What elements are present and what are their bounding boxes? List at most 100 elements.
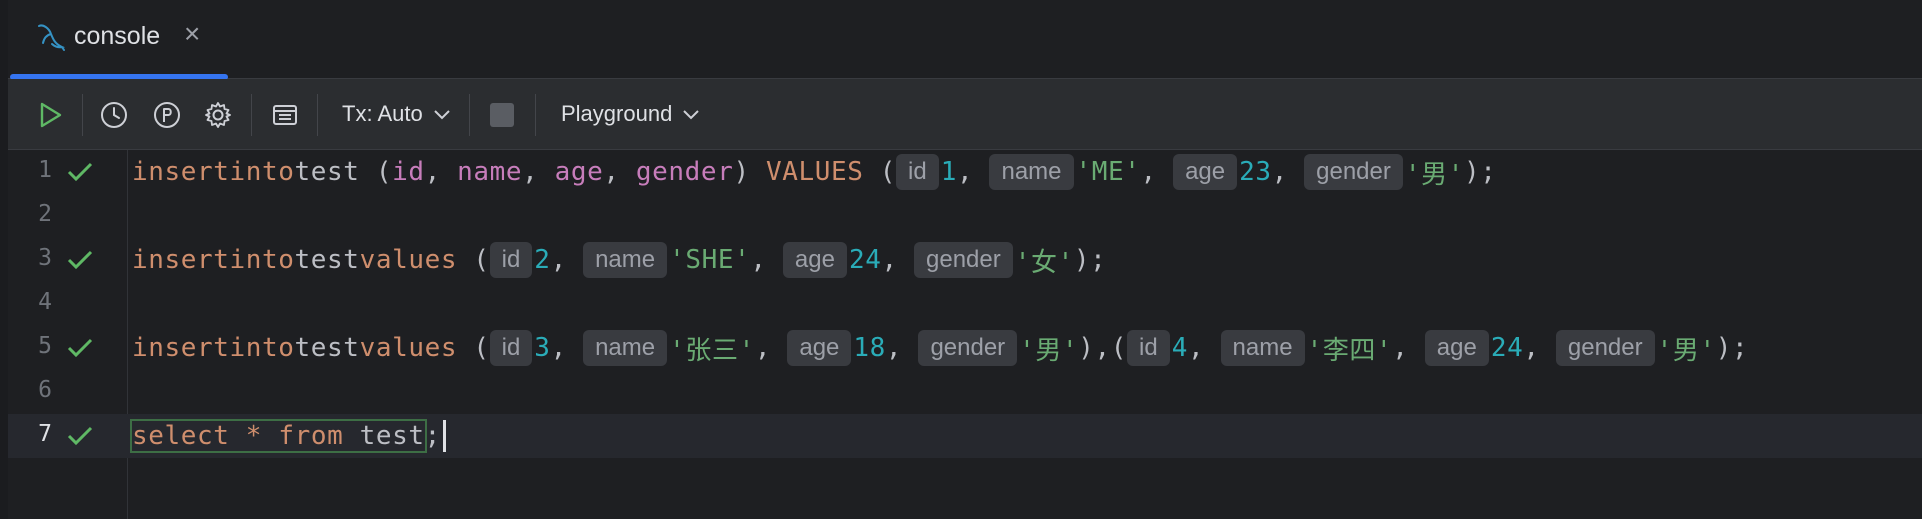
sql-keyword: values <box>359 245 458 275</box>
line-number: 6 <box>38 377 52 403</box>
parameter-hint: gender <box>1555 330 1655 366</box>
tab-bar: console × <box>8 0 1922 80</box>
line-number: 3 <box>38 245 52 271</box>
settings-icon <box>205 102 231 128</box>
string-literal: '李四' <box>1306 335 1393 366</box>
editor-line: 3 insert into test values (id 2, name 'SHE… <box>8 238 1922 282</box>
tab-console[interactable]: console × <box>8 0 228 80</box>
sql-keyword: values <box>359 333 458 363</box>
string-literal: '张三' <box>669 335 755 366</box>
sql-keyword: insert <box>132 333 230 363</box>
check-icon <box>67 250 93 270</box>
stop-button[interactable] <box>482 95 522 135</box>
parameter-hint: gender <box>1304 154 1403 190</box>
toolbar: Tx: Auto Playground <box>8 79 1922 150</box>
editor-line: 2 <box>8 194 1922 238</box>
line-number: 5 <box>38 333 52 359</box>
code-line[interactable]: insert into test (id, name, age, gender)… <box>132 150 1497 194</box>
number-literal: 1 <box>940 157 957 187</box>
parameter-hint: name <box>1220 330 1305 366</box>
parameter-hint: id <box>1127 330 1170 366</box>
number-literal: 2 <box>534 245 551 275</box>
toolbar-separator <box>82 94 83 136</box>
check-icon <box>67 162 93 182</box>
layout-button[interactable] <box>265 95 305 135</box>
close-icon[interactable]: × <box>184 20 200 48</box>
run-button[interactable] <box>30 95 70 135</box>
parameters-button[interactable] <box>147 95 187 135</box>
tab-label: console <box>74 22 161 50</box>
line-number: 2 <box>38 201 52 227</box>
playground-label: Playground <box>561 101 673 126</box>
punctuation: , <box>550 333 584 363</box>
code-line[interactable]: insert into test values (id 3, name '张三', … <box>132 326 1748 370</box>
string-literal: '男' <box>1019 335 1079 366</box>
number-literal: 24 <box>848 245 882 275</box>
table-name: test <box>359 421 425 451</box>
punctuation: ); <box>1073 245 1107 275</box>
sql-keyword: insert <box>132 157 230 187</box>
editor-line: 5 insert into test values (id 3, name '张三'… <box>8 326 1922 370</box>
punctuation: ( <box>863 157 897 187</box>
toolbar-separator <box>317 94 318 136</box>
sql-keyword: into <box>229 245 295 275</box>
history-button[interactable] <box>94 95 134 135</box>
punctuation: , <box>1392 333 1425 363</box>
parameters-icon <box>154 102 180 128</box>
punctuation: , <box>956 157 990 187</box>
sql-keyword: from <box>278 421 344 451</box>
punctuation: , <box>750 245 783 275</box>
code-line[interactable]: select * from test; <box>130 414 446 458</box>
playground-dropdown[interactable]: Playground <box>561 93 700 135</box>
punctuation: , <box>603 157 636 187</box>
parameter-hint: age <box>787 330 852 366</box>
parameter-hint: gender <box>918 330 1018 366</box>
number-literal: 4 <box>1171 333 1188 363</box>
parameter-hint: id <box>896 154 939 190</box>
punctuation: ); <box>1463 157 1497 187</box>
sql-keyword: select <box>132 421 230 451</box>
sql-keyword: VALUES <box>765 157 864 187</box>
parameter-hint: name <box>583 330 668 366</box>
punctuation: , <box>1271 157 1305 187</box>
editor-line: 4 <box>8 282 1922 326</box>
check-icon <box>67 426 93 446</box>
punctuation: ; <box>424 421 441 451</box>
line-number: 1 <box>38 157 52 183</box>
transaction-mode-label: Tx: Auto <box>342 101 423 126</box>
run-icon <box>40 102 62 128</box>
sql-keyword: insert <box>132 245 230 275</box>
sql-editor[interactable]: 1 insert into test (id, name, age, gende… <box>8 150 1922 519</box>
table-name: test <box>294 157 360 187</box>
punctuation: , <box>1188 333 1221 363</box>
table-name: test <box>294 333 360 363</box>
punctuation: , <box>522 157 555 187</box>
code-line[interactable]: insert into test values (id 2, name 'SHE',… <box>132 238 1106 282</box>
string-literal: '男' <box>1404 159 1464 190</box>
editor-line-current: 7 select * from test; <box>8 414 1922 458</box>
chevron-down-icon <box>683 110 700 120</box>
line-number: 7 <box>38 421 52 447</box>
sql-keyword: into <box>229 157 295 187</box>
punctuation: ( <box>457 333 490 363</box>
parameter-hint: age <box>1424 330 1489 366</box>
string-literal: '男' <box>1656 335 1716 366</box>
punctuation: , <box>881 245 914 275</box>
parameter-hint: name <box>583 242 668 278</box>
history-icon <box>101 102 127 128</box>
transaction-mode-dropdown[interactable]: Tx: Auto <box>342 93 451 135</box>
punctuation: , <box>550 245 584 275</box>
column-name: gender <box>635 157 734 187</box>
punctuation: , <box>754 333 788 363</box>
punctuation: ) <box>733 157 766 187</box>
left-edge <box>0 0 8 519</box>
layout-icon <box>273 105 297 125</box>
punctuation: , <box>424 157 458 187</box>
string-literal: 'ME' <box>1075 157 1141 187</box>
string-literal: '女' <box>1014 247 1074 278</box>
settings-button[interactable] <box>198 95 238 135</box>
number-literal: 23 <box>1239 157 1272 187</box>
number-literal: 24 <box>1490 333 1524 363</box>
parameter-hint: gender <box>914 242 1013 278</box>
column-name: name <box>457 157 523 187</box>
